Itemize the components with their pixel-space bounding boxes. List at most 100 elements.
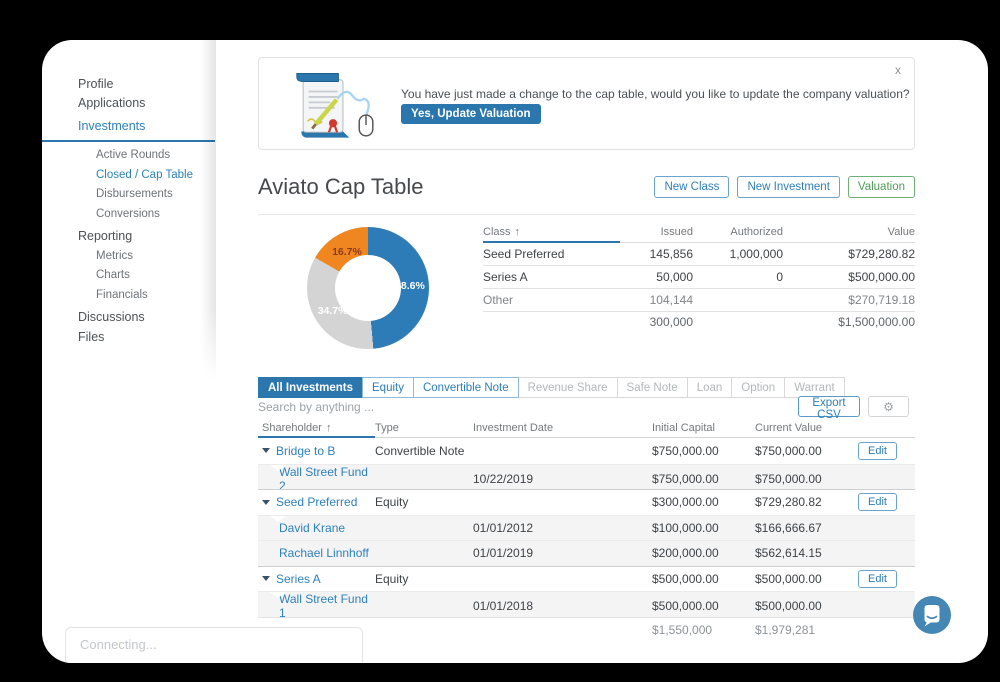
initial-capital-cell: $750,000.00: [652, 471, 719, 486]
initial-capital-cell: $1,550,000: [652, 622, 713, 637]
initial-capital-cell: $750,000.00: [652, 443, 719, 458]
current-value-cell: $500,000.00: [755, 571, 822, 586]
shareholder-link[interactable]: Bridge to B: [276, 444, 335, 458]
donut-slice-label: 16.7%: [332, 245, 362, 258]
investment-row: Rachael Linnhoff 01/01/2019 $200,000.00 $56…: [258, 540, 915, 566]
investment-date-cell: 01/01/2012: [473, 520, 534, 535]
column-header-shareholder[interactable]: Shareholder ↑: [258, 422, 375, 434]
ownership-donut-chart: 48.6% 34.7% 16.7%: [307, 227, 429, 349]
shareholder-cell: Rachael Linnhoff: [258, 546, 375, 560]
investments-table: Shareholder ↑ Type Investment Date Initial C…: [258, 418, 915, 642]
tab-revenue-share: Revenue Share: [517, 377, 618, 398]
gear-icon[interactable]: ⚙: [868, 396, 909, 417]
shareholder-cell: Series A: [258, 572, 375, 586]
type-cell: Convertible Note: [375, 443, 465, 458]
type-cell: Equity: [375, 571, 409, 586]
column-header-value[interactable]: Value: [783, 226, 915, 238]
initial-capital-cell: $300,000.00: [652, 495, 719, 510]
initial-capital-cell: $500,000.00: [652, 599, 719, 613]
class-table-header: Class ↑ Issued Authorized Value: [483, 221, 915, 243]
sidebar-item-profile[interactable]: Profile: [78, 74, 215, 94]
issued-cell: 145,856: [649, 247, 693, 261]
shareholder-link[interactable]: Seed Preferred: [276, 495, 357, 509]
shareholder-cell: Seed Preferred: [258, 495, 375, 509]
sidebar-active-section-rule: [42, 139, 215, 142]
sidebar-item-reporting[interactable]: Reporting: [78, 227, 215, 247]
sidebar-item-discussions[interactable]: Discussions: [78, 308, 215, 328]
export-csv-button[interactable]: Export CSV: [798, 396, 860, 421]
sidebar-item-conversions[interactable]: Conversions: [78, 204, 215, 224]
class-row: Other 104,144 $270,719.18: [483, 289, 915, 312]
search-input[interactable]: [258, 400, 558, 414]
investment-row: Seed Preferred Equity $300,000.00 $729,280.…: [258, 489, 915, 515]
sidebar-nav: Profile Applications Investments Active Rou…: [42, 40, 215, 347]
edit-button[interactable]: Edit: [858, 493, 897, 512]
class-table-total-row: 300,000 $1,500,000.00: [483, 312, 915, 332]
column-header-initial-capital[interactable]: Initial Capital: [652, 422, 755, 434]
investment-date-cell: 01/01/2018: [473, 599, 534, 613]
chat-status-box: Connecting...: [65, 627, 363, 663]
chat-launcher-button[interactable]: [912, 595, 952, 635]
new-investment-button[interactable]: New Investment: [737, 176, 840, 198]
tab-loan: Loan: [686, 377, 733, 398]
title-divider: [258, 214, 915, 215]
investment-date-cell: 10/22/2019: [473, 471, 534, 486]
chevron-down-icon[interactable]: [262, 576, 270, 582]
column-header-current-value[interactable]: Current Value: [755, 422, 858, 434]
sidebar-item-disbursements[interactable]: Disbursements: [78, 185, 215, 205]
edit-button[interactable]: Edit: [858, 441, 897, 460]
sidebar-item-files[interactable]: Files: [78, 327, 215, 347]
page-title: Aviato Cap Table: [258, 174, 424, 199]
tab-equity[interactable]: Equity: [362, 377, 414, 398]
valuation-button[interactable]: Valuation: [847, 176, 915, 198]
sidebar-item-financials[interactable]: Financials: [78, 285, 215, 305]
banner-message: You have just made a change to the cap t…: [401, 87, 910, 101]
tab-all-investments[interactable]: All Investments: [258, 377, 363, 398]
type-cell: Equity: [375, 495, 409, 510]
shareholder-cell: David Krane: [258, 521, 375, 535]
column-header-investment-date[interactable]: Investment Date: [473, 422, 652, 434]
new-class-button[interactable]: New Class: [654, 176, 730, 198]
donut-slice-label: 34.7%: [317, 304, 348, 317]
shareholder-link[interactable]: Rachael Linnhoff: [279, 546, 369, 560]
initial-capital-cell: $200,000.00: [652, 546, 719, 561]
sort-asc-icon: ↑: [325, 421, 332, 434]
issued-cell: 50,000: [656, 270, 693, 284]
tab-convertible-note[interactable]: Convertible Note: [412, 377, 519, 398]
chat-bubble-icon: [913, 596, 951, 634]
column-header-type[interactable]: Type: [375, 422, 473, 434]
sidebar-item-applications[interactable]: Applications: [78, 94, 215, 114]
chevron-down-icon[interactable]: [262, 448, 270, 454]
column-header-class[interactable]: Class ↑: [483, 226, 623, 238]
sorted-column-underline: [483, 241, 620, 243]
sort-asc-icon: ↑: [514, 225, 521, 238]
current-value-cell: $562,614.15: [755, 546, 822, 561]
sidebar-item-charts[interactable]: Charts: [78, 266, 215, 286]
shareholder-link[interactable]: David Krane: [279, 521, 345, 535]
contract-illustration-icon: [296, 72, 374, 138]
total-value-cell: $1,500,000.00: [838, 315, 915, 329]
update-valuation-button[interactable]: Yes, Update Valuation: [401, 104, 541, 124]
sidebar-divider: [200, 40, 216, 380]
current-value-cell: $729,280.82: [755, 495, 822, 510]
class-name-cell: Series A: [483, 270, 528, 284]
investments-table-header: Shareholder ↑ Type Investment Date Initial C…: [258, 418, 915, 438]
column-header-authorized[interactable]: Authorized: [693, 226, 783, 238]
column-header-issued[interactable]: Issued: [623, 226, 693, 238]
edit-button[interactable]: Edit: [858, 569, 897, 588]
investment-row: David Krane 01/01/2012 $100,000.00 $166,666…: [258, 514, 915, 540]
total-issued-cell: 300,000: [649, 315, 693, 329]
authorized-cell: 0: [776, 270, 783, 284]
investment-row: Series A Equity $500,000.00 $500,000.00 Edit: [258, 565, 915, 591]
current-value-cell: $1,979,281: [755, 622, 816, 637]
sidebar-item-active-rounds[interactable]: Active Rounds: [78, 146, 215, 166]
value-cell: $729,280.82: [848, 247, 915, 261]
current-value-cell: $750,000.00: [755, 471, 822, 486]
sidebar-item-metrics[interactable]: Metrics: [78, 246, 215, 266]
sidebar-item-investments[interactable]: Investments: [78, 116, 215, 136]
close-icon[interactable]: x: [895, 63, 901, 77]
sidebar-item-closed-cap-table[interactable]: Closed / Cap Table: [78, 165, 215, 185]
shareholder-link[interactable]: Series A: [276, 572, 321, 586]
current-value-cell: $750,000.00: [755, 443, 822, 458]
chevron-down-icon[interactable]: [262, 499, 270, 505]
